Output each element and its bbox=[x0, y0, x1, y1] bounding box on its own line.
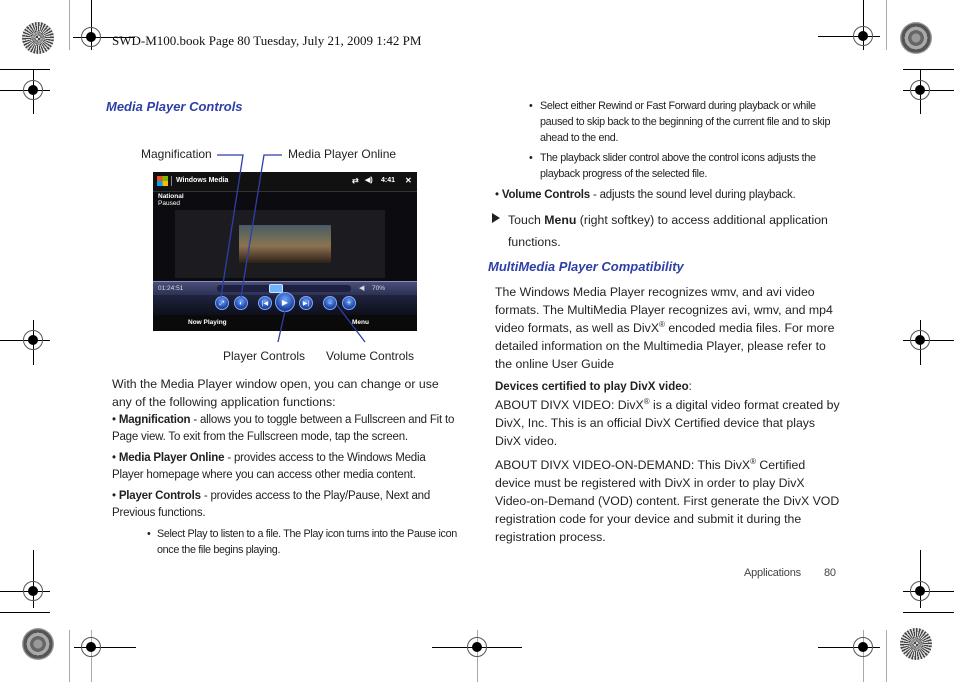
leader-volume-controls bbox=[336, 304, 366, 343]
bullet-text: - adjusts the sound level during playbac… bbox=[589, 189, 796, 201]
about-divx-video: ABOUT DIVX VIDEO: DivX® is a digital vid… bbox=[495, 396, 840, 448]
leader-player-controls bbox=[277, 310, 286, 343]
about-divx-vod: ABOUT DIVX VIDEO-ON-DEMAND: This DivX® C… bbox=[495, 456, 840, 544]
divx-certified-block: Devices certified to play DivX video: AB… bbox=[495, 381, 840, 448]
leader-magnification bbox=[217, 154, 244, 298]
sub-bullet-text: The playback slider control above the co… bbox=[540, 152, 816, 180]
bullet-term: Volume Controls bbox=[501, 189, 590, 201]
bullet-term: Media Player Online bbox=[118, 452, 225, 464]
bullet-term: Magnification bbox=[118, 414, 191, 426]
step-touch-menu: Touch Menu (right softkey) to access add… bbox=[508, 213, 828, 249]
sub-bullet-rewind-ff: • Select either Rewind or Fast Forward d… bbox=[529, 98, 839, 146]
sub-bullet-play: • Select Play to listen to a file. The P… bbox=[147, 528, 457, 556]
bullet-player-controls: • Player Controls - provides access to t… bbox=[112, 490, 431, 519]
intro-paragraph: With the Media Player window open, you c… bbox=[112, 377, 439, 409]
bullet-magnification: • Magnification - allows you to toggle b… bbox=[112, 414, 455, 443]
page-number: 80 bbox=[824, 567, 836, 579]
menu-term: Menu bbox=[544, 213, 577, 227]
sub-bullet-text: Select Play to listen to a file. The Pla… bbox=[157, 528, 457, 556]
bullet-media-player-online: • Media Player Online - provides access … bbox=[112, 452, 426, 481]
sub-bullet-playback-slider: • The playback slider control above the … bbox=[529, 150, 839, 182]
section-title-multimedia-compatibility: MultiMedia Player Compatibility bbox=[488, 259, 684, 274]
footer-section-name: Applications bbox=[744, 567, 801, 579]
devices-heading: Devices certified to play DivX video bbox=[495, 381, 689, 393]
bullet-term: Player Controls bbox=[118, 490, 201, 502]
sub-bullet-text: Select either Rewind or Fast Forward dur… bbox=[540, 100, 831, 144]
leader-media-player-online bbox=[240, 154, 282, 298]
bullet-volume-controls: • Volume Controls - adjusts the sound le… bbox=[495, 189, 796, 201]
step-arrow-icon bbox=[492, 213, 500, 223]
compatibility-paragraph: The Windows Media Player recognizes wmv,… bbox=[495, 285, 835, 371]
